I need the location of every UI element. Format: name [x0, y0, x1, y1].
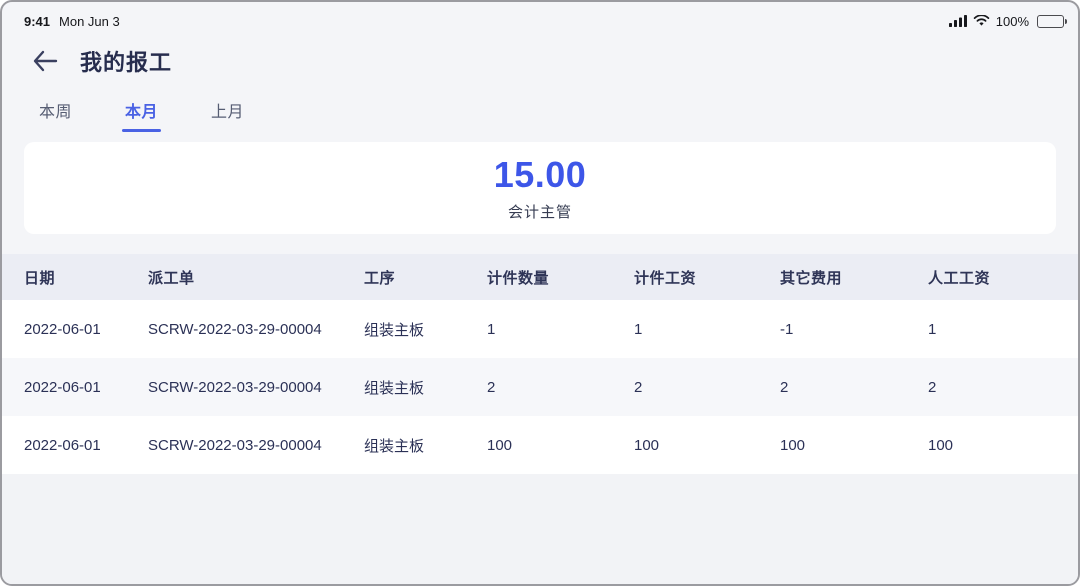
cell-labor-wage: 100	[928, 437, 1080, 454]
cell-process: 组装主板	[364, 377, 487, 398]
back-button[interactable]	[28, 44, 62, 78]
tab-this-month[interactable]: 本月	[125, 98, 158, 136]
table-header-row: 日期 派工单 工序 计件数量 计件工资 其它费用 人工工资	[2, 254, 1078, 300]
cell-piece-wage: 100	[634, 437, 780, 454]
nav-header: 我的报工	[2, 32, 1078, 84]
cell-other-fee: 100	[780, 437, 928, 454]
cell-labor-wage: 2	[928, 379, 1080, 396]
cell-date: 2022-06-01	[2, 437, 148, 454]
summary-amount: 15.00	[494, 154, 587, 196]
report-table: 日期 派工单 工序 计件数量 计件工资 其它费用 人工工资 2022-06-01…	[2, 254, 1078, 474]
status-time: 9:41	[24, 14, 50, 29]
app-window: 9:41 Mon Jun 3 100%	[0, 0, 1080, 586]
col-header-labor-wage: 人工工资	[928, 267, 1080, 288]
page-title: 我的报工	[80, 45, 172, 77]
table-row[interactable]: 2022-06-01 SCRW-2022-03-29-00004 组装主板 1 …	[2, 300, 1078, 358]
col-header-piece-qty: 计件数量	[487, 267, 634, 288]
cell-date: 2022-06-01	[2, 379, 148, 396]
status-bar-right: 100%	[949, 14, 1064, 29]
cell-other-fee: -1	[780, 321, 928, 338]
col-header-process: 工序	[364, 267, 487, 288]
summary-role-label: 会计主管	[508, 201, 572, 222]
table-row[interactable]: 2022-06-01 SCRW-2022-03-29-00004 组装主板 2 …	[2, 358, 1078, 416]
cell-date: 2022-06-01	[2, 321, 148, 338]
cell-dispatch-order: SCRW-2022-03-29-00004	[148, 321, 364, 338]
battery-percent: 100%	[996, 14, 1029, 29]
cellular-signal-icon	[949, 15, 967, 27]
tab-this-week[interactable]: 本周	[39, 98, 72, 136]
cell-dispatch-order: SCRW-2022-03-29-00004	[148, 379, 364, 396]
back-arrow-icon	[32, 50, 58, 72]
tab-last-month[interactable]: 上月	[211, 98, 244, 136]
col-header-other-fee: 其它费用	[780, 267, 928, 288]
cell-dispatch-order: SCRW-2022-03-29-00004	[148, 437, 364, 454]
col-header-date: 日期	[2, 267, 148, 288]
cell-piece-qty: 1	[487, 321, 634, 338]
cell-labor-wage: 1	[928, 321, 1080, 338]
col-header-piece-wage: 计件工资	[634, 267, 780, 288]
table-row[interactable]: 2022-06-01 SCRW-2022-03-29-00004 组装主板 10…	[2, 416, 1078, 474]
cell-process: 组装主板	[364, 319, 487, 340]
col-header-dispatch-order: 派工单	[148, 267, 364, 288]
status-date: Mon Jun 3	[59, 14, 120, 29]
summary-card: 15.00 会计主管	[24, 142, 1056, 234]
wifi-icon	[973, 15, 990, 27]
tab-bar: 本周 本月 上月	[2, 84, 1078, 136]
status-bar-left: 9:41 Mon Jun 3	[24, 14, 120, 29]
status-bar: 9:41 Mon Jun 3 100%	[2, 2, 1078, 32]
cell-process: 组装主板	[364, 435, 487, 456]
cell-piece-wage: 1	[634, 321, 780, 338]
cell-piece-qty: 100	[487, 437, 634, 454]
cell-other-fee: 2	[780, 379, 928, 396]
content-area-empty	[2, 474, 1078, 584]
battery-icon	[1037, 15, 1064, 28]
cell-piece-wage: 2	[634, 379, 780, 396]
cell-piece-qty: 2	[487, 379, 634, 396]
